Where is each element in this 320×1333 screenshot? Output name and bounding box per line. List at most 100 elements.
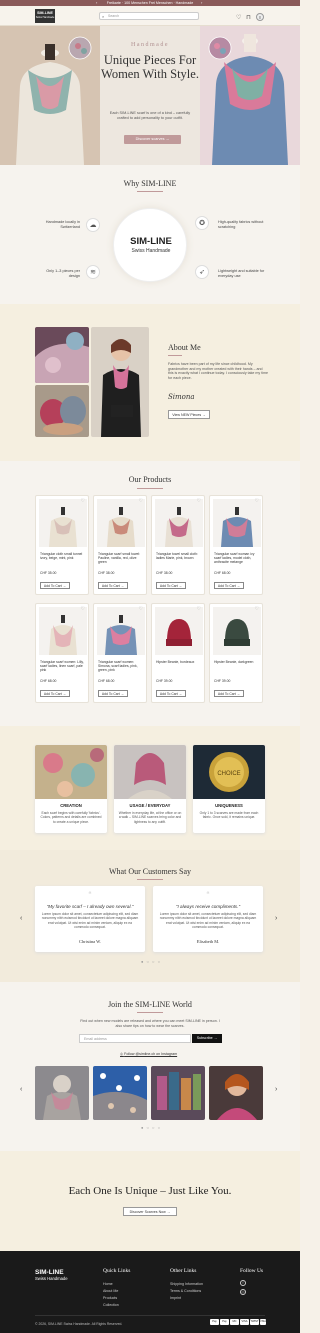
add-to-cart-button[interactable]: Add To Cart → (98, 690, 128, 697)
wishlist-heart-icon[interactable]: ♡ (255, 606, 259, 612)
view-new-pieces-button[interactable]: View NEW Pieces → (168, 410, 210, 419)
carousel-next-icon[interactable]: › (275, 915, 277, 922)
gallery-dots[interactable]: ● ○ ○ ○ (141, 1125, 161, 1130)
product-card[interactable]: ♡ Triangular scarf woman ivy scarf ladie… (209, 495, 263, 595)
why-title: Why SIM-LINE (123, 179, 177, 188)
fabric-floral-image (35, 745, 107, 799)
instagram-follow-label: Follow @simline.ch on Instagram (124, 1052, 178, 1056)
site-footer: SIM-LINE Swiss Handmade Quick Links Home… (0, 1251, 300, 1333)
gallery-prev-icon[interactable]: ‹ (20, 1086, 22, 1093)
add-to-cart-button[interactable]: Add To Cart → (40, 582, 70, 589)
hero-kicker: Handmade (131, 42, 169, 48)
menu-icon[interactable]: ≡ (256, 13, 264, 21)
add-to-cart-button[interactable]: Add To Cart → (214, 690, 244, 697)
gallery-image[interactable] (151, 1066, 205, 1120)
carousel-dots[interactable]: ● ○ ○ ○ (141, 959, 161, 964)
discover-scarves-button[interactable]: Discover scarves → (124, 135, 181, 144)
product-price: CHF 68.00 (98, 679, 115, 683)
product-card[interactable]: ♡ Triangular scarf women: Lilly, scarf l… (35, 603, 89, 703)
testimonial-card: “ "I always receive compliments." Lorem … (153, 886, 263, 952)
wishlist-heart-icon[interactable]: ♡ (81, 498, 85, 504)
testimonials-section: What Our Customers Say ‹ “ "My favorite … (0, 850, 300, 982)
product-name: Hipster Beanie, darkgreen (214, 660, 254, 664)
hero-image-left (0, 26, 100, 165)
wishlist-heart-icon[interactable]: ♡ (81, 606, 85, 612)
discover-scarves-now-button[interactable]: Discover Scarves Now → (123, 1207, 177, 1216)
wishlist-heart-icon[interactable]: ♡ (255, 498, 259, 504)
about-title: About Me (168, 343, 201, 352)
arrow-right-icon: → (202, 413, 206, 417)
footer-link-shipping[interactable]: Shipping Information (170, 1282, 203, 1286)
testimonial-author: Elisabeth M. (196, 939, 220, 944)
mannequin-jacket-image (200, 26, 300, 165)
product-card[interactable]: ♡ Hipster Beanie, bordeaux CHF 39.00 Add… (151, 603, 205, 703)
product-card[interactable]: ♡ Triangular scarf women: Simona, scarf … (93, 603, 147, 703)
wishlist-heart-icon[interactable]: ♡ (139, 498, 143, 504)
facebook-icon[interactable]: f (240, 1280, 246, 1286)
search-input[interactable]: ⌕ Search (99, 12, 199, 20)
gallery-image[interactable] (93, 1066, 147, 1120)
add-to-cart-button[interactable]: Add To Cart → (40, 690, 70, 697)
add-to-cart-button[interactable]: Add To Cart → (156, 582, 186, 589)
footer-link-about[interactable]: About Me (103, 1289, 118, 1293)
footer-link-products[interactable]: Products (103, 1296, 117, 1300)
product-price: CHF 68.00 (40, 679, 57, 683)
cta-section: Each One Is Unique – Just Like You. Disc… (0, 1151, 300, 1251)
footer-link-imprint[interactable]: Imprint (170, 1296, 181, 1300)
testimonials-title: What Our Customers Say (109, 867, 191, 876)
value-title: CREATION (60, 803, 82, 808)
email-field[interactable]: Email address (79, 1034, 191, 1043)
value-text: Whether in everyday life, at the office … (118, 811, 182, 824)
product-price: CHF 39.00 (214, 679, 231, 683)
hero-text: Each SIM-LINE scarf is one of a kind – c… (109, 111, 191, 120)
gallery-next-icon[interactable]: › (275, 1086, 277, 1093)
discover-scarves-label: Discover scarves (135, 137, 165, 141)
brand-circle-title: SIM-LINE (130, 236, 172, 247)
footer-link-collection[interactable]: Collection (103, 1303, 119, 1307)
value-text: Only 1 to 3 scarves are made from each f… (199, 811, 259, 820)
feature-quality: High-quality fabrics without scratching (218, 220, 264, 229)
subscribe-label: Subscribe (196, 1036, 213, 1040)
cloud-icon: ☁ (86, 218, 100, 232)
title-divider (137, 191, 163, 192)
feature-limited: Only 1–3 pieces per design (46, 269, 80, 278)
gallery-image[interactable] (209, 1066, 263, 1120)
choice-badge-label: CHOICE (217, 771, 240, 777)
carousel-prev-icon[interactable]: ‹ (20, 915, 22, 922)
add-to-cart-label: Add To Cart (159, 692, 178, 696)
product-image (39, 607, 87, 655)
footer-link-home[interactable]: Home (103, 1282, 113, 1286)
add-to-cart-button[interactable]: Add To Cart → (98, 582, 128, 589)
add-to-cart-button[interactable]: Add To Cart → (156, 690, 186, 697)
add-to-cart-button[interactable]: Add To Cart → (214, 582, 244, 589)
announcement-text: Freikarte · 100 Menschen Frei Menschen ·… (106, 1, 194, 5)
logo-line-1: SIM-LINE (37, 11, 53, 15)
cart-icon[interactable]: ⊓ (246, 15, 251, 21)
heart-icon[interactable]: ♡ (236, 15, 241, 21)
testimonial-author: Christina W. (79, 939, 101, 944)
discover-scarves-now-label: Discover Scarves Now (129, 1210, 166, 1214)
wishlist-heart-icon[interactable]: ♡ (197, 498, 201, 504)
quality-badge-icon: ✪ (195, 216, 209, 230)
value-text: Each scarf begins with carefully 'fabric… (40, 811, 102, 824)
about-text: Fabrics have been part of my life since … (168, 362, 269, 380)
add-to-cart-label: Add To Cart (43, 692, 62, 696)
subscribe-button[interactable]: Subscribe → (192, 1034, 222, 1043)
value-card-creation: CREATION Each scarf begins with carefull… (35, 745, 107, 833)
footer-link-terms[interactable]: Terms & Conditions (170, 1289, 201, 1293)
gallery-image[interactable] (35, 1066, 89, 1120)
product-card[interactable]: ♡ Triangular towel small cloth: ladies M… (151, 495, 205, 595)
product-card[interactable]: ♡ Triangular cloth small tunnel ivory, b… (35, 495, 89, 595)
wishlist-heart-icon[interactable]: ♡ (197, 606, 201, 612)
instagram-follow-link[interactable]: ◎ Follow @simline.ch on Instagram (120, 1052, 177, 1056)
footer-brand[interactable]: SIM-LINE (35, 1269, 64, 1276)
product-card[interactable]: ♡ Hipster Beanie, darkgreen CHF 39.00 Ad… (209, 603, 263, 703)
product-name: Triangular scarf small towel: Pauline, v… (98, 552, 141, 565)
site-logo[interactable]: SIM-LINE Swiss Handmade (35, 9, 55, 23)
search-placeholder: Search (108, 14, 120, 18)
product-card[interactable]: ♡ Triangular scarf small towel: Pauline,… (93, 495, 147, 595)
product-price: CHF 68.00 (214, 571, 231, 575)
wishlist-heart-icon[interactable]: ♡ (139, 606, 143, 612)
mannequin-scarf-image (0, 26, 100, 165)
instagram-icon[interactable]: ◎ (240, 1289, 246, 1295)
